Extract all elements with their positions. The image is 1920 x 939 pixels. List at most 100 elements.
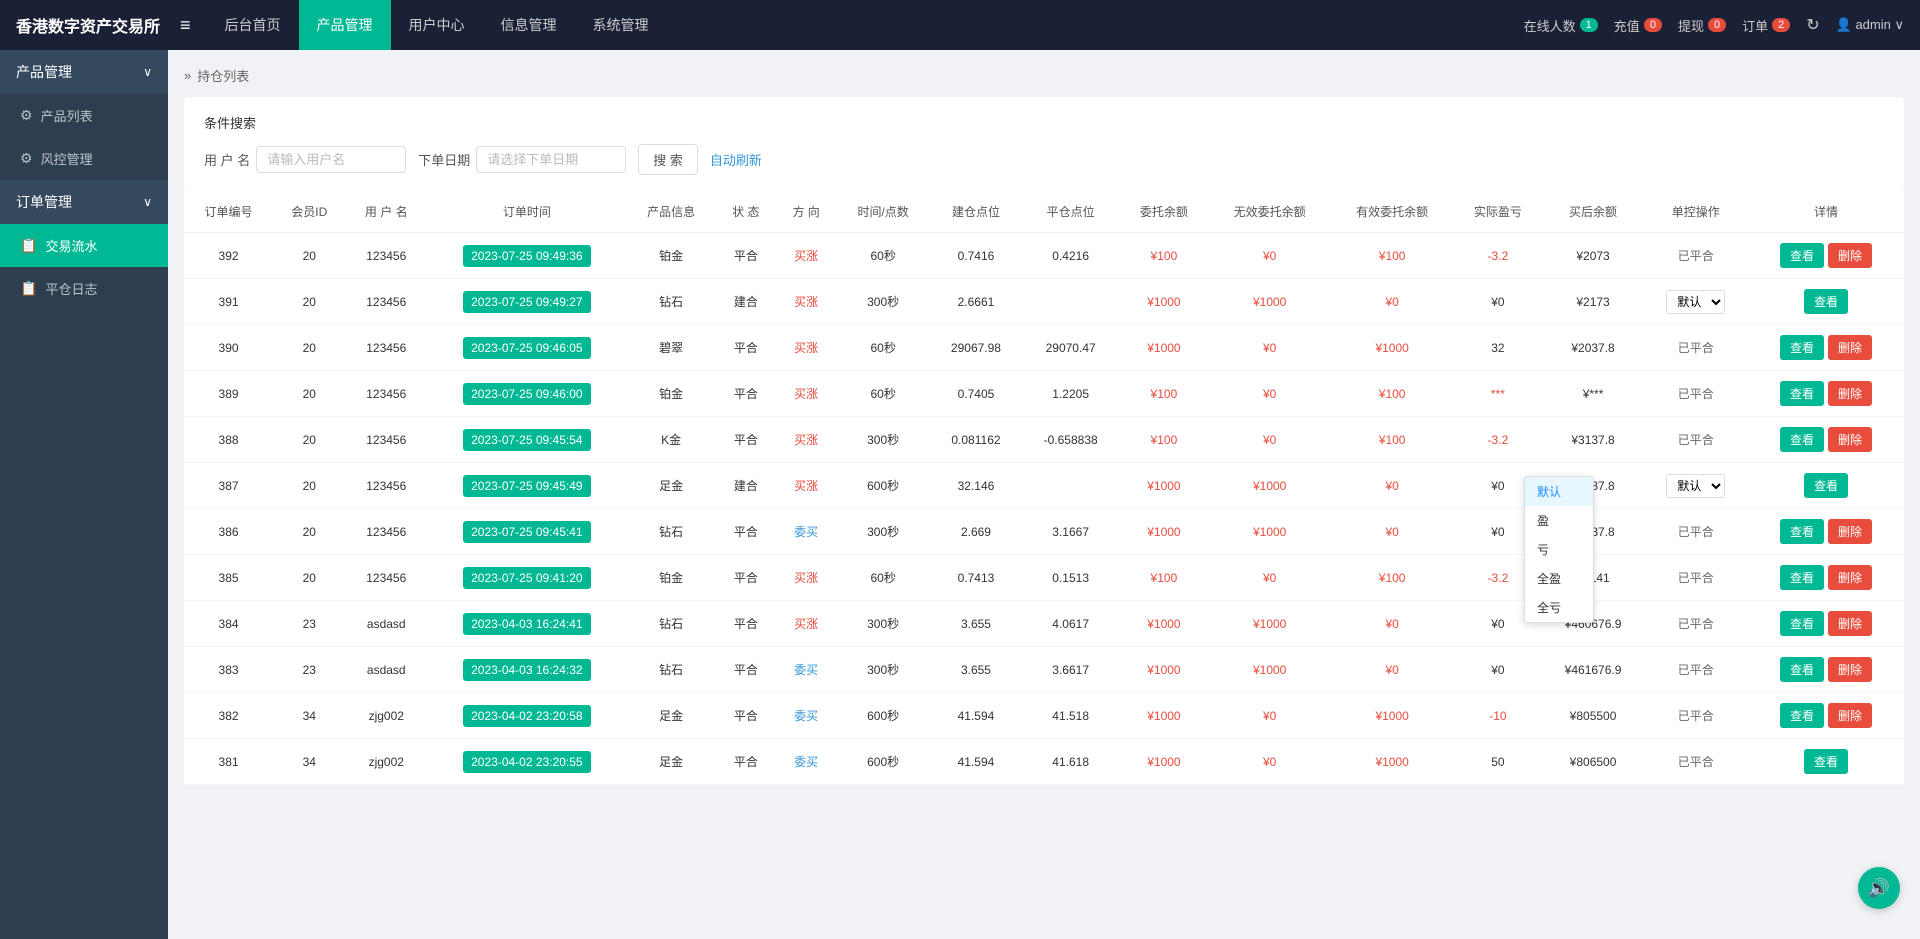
nav-item-product[interactable]: 产品管理 [299, 0, 391, 50]
view-button[interactable]: 查看 [1780, 565, 1824, 590]
cell-close-price [1022, 463, 1119, 509]
cell-entrust: ¥1000 [1119, 739, 1208, 785]
view-button[interactable]: 查看 [1804, 473, 1848, 498]
view-button[interactable]: 查看 [1780, 703, 1824, 728]
nav-item-system[interactable]: 系统管理 [575, 0, 667, 50]
cell-invalid-entrust: ¥1000 [1208, 647, 1330, 693]
time-badge: 2023-07-25 09:49:27 [463, 291, 590, 313]
sidebar-item-product-list[interactable]: ⚙ 产品列表 [0, 94, 168, 137]
date-input[interactable] [476, 146, 626, 173]
sidebar-group-order[interactable]: 订单管理 ∨ [0, 180, 168, 224]
withdraw-count[interactable]: 提现 0 [1678, 16, 1726, 35]
cell-member-id: 20 [273, 509, 345, 555]
cell-valid-entrust: ¥0 [1331, 279, 1453, 325]
cell-open-price: 3.655 [930, 601, 1022, 647]
order-count[interactable]: 订单 2 [1742, 16, 1790, 35]
dropdown-item-profit[interactable]: 盈 [1525, 506, 1593, 535]
view-button[interactable]: 查看 [1780, 381, 1824, 406]
op-select[interactable]: 默认盈亏全盈全亏 [1666, 290, 1725, 314]
view-button[interactable]: 查看 [1780, 427, 1824, 452]
table-row: 392 20 123456 2023-07-25 09:49:36 铂金 平合 … [184, 233, 1904, 279]
view-button[interactable]: 查看 [1804, 749, 1848, 774]
cell-valid-entrust: ¥1000 [1331, 739, 1453, 785]
delete-button[interactable]: 删除 [1828, 565, 1872, 590]
col-detail: 详情 [1748, 191, 1904, 233]
dropdown-item-all-profit[interactable]: 全盈 [1525, 564, 1593, 593]
sidebar-group-product-arrow: ∨ [143, 65, 152, 79]
recharge-badge: 0 [1644, 18, 1662, 32]
cell-time-points: 300秒 [836, 601, 930, 647]
table-row: 382 34 zjg002 2023-04-02 23:20:58 足金 平合 … [184, 693, 1904, 739]
hamburger-icon[interactable]: ≡ [180, 15, 191, 36]
delete-button[interactable]: 删除 [1828, 243, 1872, 268]
nav-menu: 后台首页 产品管理 用户中心 信息管理 系统管理 [207, 0, 1524, 50]
delete-button[interactable]: 删除 [1828, 611, 1872, 636]
cell-open-price: 0.7416 [930, 233, 1022, 279]
view-button[interactable]: 查看 [1780, 335, 1824, 360]
recharge-count[interactable]: 充值 0 [1614, 16, 1662, 35]
col-invalid-entrust: 无效委托余额 [1208, 191, 1330, 233]
nav-item-home[interactable]: 后台首页 [207, 0, 299, 50]
view-button[interactable]: 查看 [1780, 657, 1824, 682]
view-button[interactable]: 查看 [1804, 289, 1848, 314]
cell-balance: ¥*** [1542, 371, 1643, 417]
view-button[interactable]: 查看 [1780, 611, 1824, 636]
nav-item-user[interactable]: 用户中心 [391, 0, 483, 50]
cell-time-points: 60秒 [836, 325, 930, 371]
cell-time: 2023-04-03 16:24:32 [427, 647, 627, 693]
refresh-icon[interactable]: ↻ [1806, 15, 1819, 35]
sidebar-group-product[interactable]: 产品管理 ∨ [0, 50, 168, 94]
col-direction: 方 向 [776, 191, 836, 233]
cell-entrust: ¥1000 [1119, 601, 1208, 647]
cell-invalid-entrust: ¥0 [1208, 233, 1330, 279]
view-button[interactable]: 查看 [1780, 519, 1824, 544]
cell-op: 默认盈亏全盈全亏 [1644, 463, 1748, 509]
admin-label[interactable]: 👤 admin ∨ [1836, 17, 1904, 33]
op-status: 已平合 [1678, 433, 1714, 447]
delete-button[interactable]: 删除 [1828, 703, 1872, 728]
search-button[interactable]: 搜 索 [638, 144, 698, 175]
direction-tag: 委买 [794, 663, 818, 677]
delete-button[interactable]: 删除 [1828, 519, 1872, 544]
cell-balance: ¥805500 [1542, 693, 1643, 739]
delete-button[interactable]: 删除 [1828, 381, 1872, 406]
order-badge: 2 [1772, 18, 1790, 32]
delete-button[interactable]: 删除 [1828, 427, 1872, 452]
op-select[interactable]: 默认盈亏全盈全亏 [1666, 474, 1725, 498]
time-badge: 2023-07-25 09:45:54 [463, 429, 590, 451]
sidebar-group-order-arrow: ∨ [143, 195, 152, 209]
cell-op: 已平合 [1644, 371, 1748, 417]
username-input[interactable] [256, 146, 406, 173]
dropdown-item-all-loss[interactable]: 全亏 [1525, 593, 1593, 622]
cell-time: 2023-07-25 09:45:49 [427, 463, 627, 509]
cell-order-id: 386 [184, 509, 273, 555]
dropdown-item-loss[interactable]: 亏 [1525, 535, 1593, 564]
float-button[interactable]: 🔊 [1858, 867, 1900, 909]
sidebar-item-risk[interactable]: ⚙ 风控管理 [0, 137, 168, 180]
cell-time: 2023-07-25 09:46:00 [427, 371, 627, 417]
auto-refresh-button[interactable]: 自动刷新 [710, 145, 762, 174]
cell-detail: 查看删除 [1748, 233, 1904, 279]
table-row: 389 20 123456 2023-07-25 09:46:00 铂金 平合 … [184, 371, 1904, 417]
nav-item-info[interactable]: 信息管理 [483, 0, 575, 50]
dropdown-item-default[interactable]: 默认 [1525, 477, 1593, 506]
cell-order-id: 391 [184, 279, 273, 325]
cell-status: 平合 [716, 555, 776, 601]
delete-button[interactable]: 删除 [1828, 657, 1872, 682]
cell-detail: 查看删除 [1748, 601, 1904, 647]
cell-order-id: 388 [184, 417, 273, 463]
sidebar-item-trade[interactable]: 📋 交易流水 [0, 224, 168, 267]
sidebar-item-close[interactable]: 📋 平仓日志 [0, 267, 168, 310]
table-row: 387 20 123456 2023-07-25 09:45:49 足金 建合 … [184, 463, 1904, 509]
delete-button[interactable]: 删除 [1828, 335, 1872, 360]
cell-member-id: 20 [273, 233, 345, 279]
cell-invalid-entrust: ¥0 [1208, 371, 1330, 417]
cell-invalid-entrust: ¥1000 [1208, 279, 1330, 325]
cell-member-id: 20 [273, 463, 345, 509]
cell-open-price: 2.669 [930, 509, 1022, 555]
col-balance: 买后余额 [1542, 191, 1643, 233]
cell-member-id: 34 [273, 693, 345, 739]
table-row: 390 20 123456 2023-07-25 09:46:05 碧翠 平合 … [184, 325, 1904, 371]
cell-open-price: 29067.98 [930, 325, 1022, 371]
view-button[interactable]: 查看 [1780, 243, 1824, 268]
